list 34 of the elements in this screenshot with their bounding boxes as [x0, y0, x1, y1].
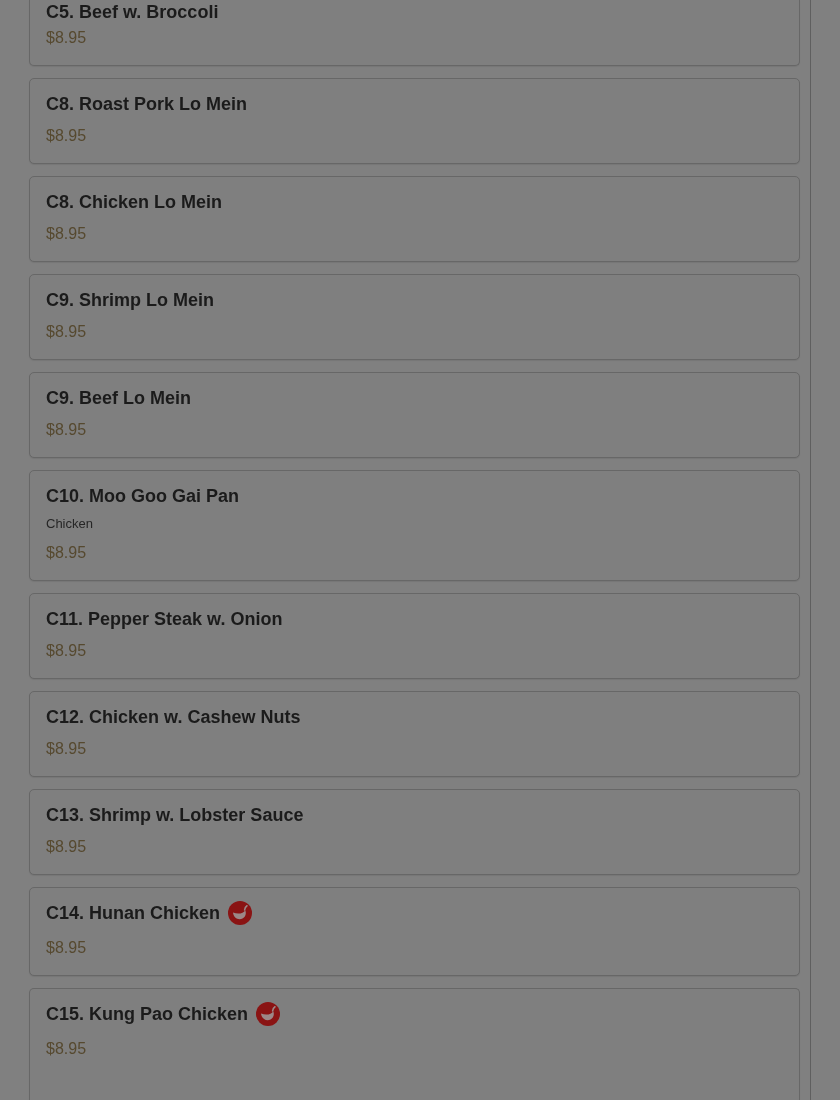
- menu-item-card[interactable]: C8. Chicken Lo Mein $8.95: [29, 176, 800, 262]
- dish-name: C12. Chicken w. Cashew Nuts: [46, 706, 301, 729]
- dish-name: C8. Roast Pork Lo Mein: [46, 93, 248, 116]
- menu-item-card[interactable]: C15. Kung Pao Chicken $8.95: [29, 988, 800, 1100]
- menu-item-card[interactable]: C9. Shrimp Lo Mein $8.95: [29, 274, 800, 360]
- dish-price: $8.95: [46, 543, 87, 563]
- dish-price: $8.95: [46, 739, 87, 759]
- dish-price: $8.95: [46, 837, 87, 857]
- dish-price: $8.95: [46, 938, 87, 958]
- dish-price: $8.95: [46, 641, 87, 661]
- menu-item-card[interactable]: C14. Hunan Chicken $8.95: [29, 887, 800, 976]
- dish-price: $8.95: [46, 322, 87, 342]
- dish-name: C5. Beef w. Broccoli: [46, 1, 219, 24]
- dish-name: C9. Shrimp Lo Mein: [46, 289, 214, 312]
- dish-price: $8.95: [46, 420, 87, 440]
- dish-name: C13. Shrimp w. Lobster Sauce: [46, 804, 304, 827]
- dish-price: $8.95: [46, 1039, 87, 1059]
- menu-item-card[interactable]: C8. Roast Pork Lo Mein $8.95: [29, 78, 800, 164]
- dish-name: C8. Chicken Lo Mein: [46, 191, 223, 214]
- dish-name: C11. Pepper Steak w. Onion: [46, 608, 283, 631]
- dish-name: C10. Moo Goo Gai Pan: [46, 485, 240, 508]
- dish-price: $8.95: [46, 28, 87, 48]
- dish-name: C9. Beef Lo Mein: [46, 387, 192, 410]
- dish-price: $8.95: [46, 224, 87, 244]
- menu-item-card[interactable]: C9. Beef Lo Mein $8.95: [29, 372, 800, 458]
- dish-name: C14. Hunan Chicken: [46, 902, 221, 925]
- menu-item-card[interactable]: C10. Moo Goo Gai Pan Chicken $8.95: [29, 470, 800, 581]
- dish-name: C15. Kung Pao Chicken: [46, 1003, 249, 1026]
- dish-price: $8.95: [46, 126, 87, 146]
- menu-item-card[interactable]: C13. Shrimp w. Lobster Sauce $8.95: [29, 789, 800, 875]
- menu-item-card[interactable]: C5. Beef w. Broccoli $8.95: [29, 0, 800, 66]
- menu-item-card[interactable]: C11. Pepper Steak w. Onion $8.95: [29, 593, 800, 679]
- menu-item-card[interactable]: C12. Chicken w. Cashew Nuts $8.95: [29, 691, 800, 777]
- dish-description: Chicken: [46, 515, 93, 533]
